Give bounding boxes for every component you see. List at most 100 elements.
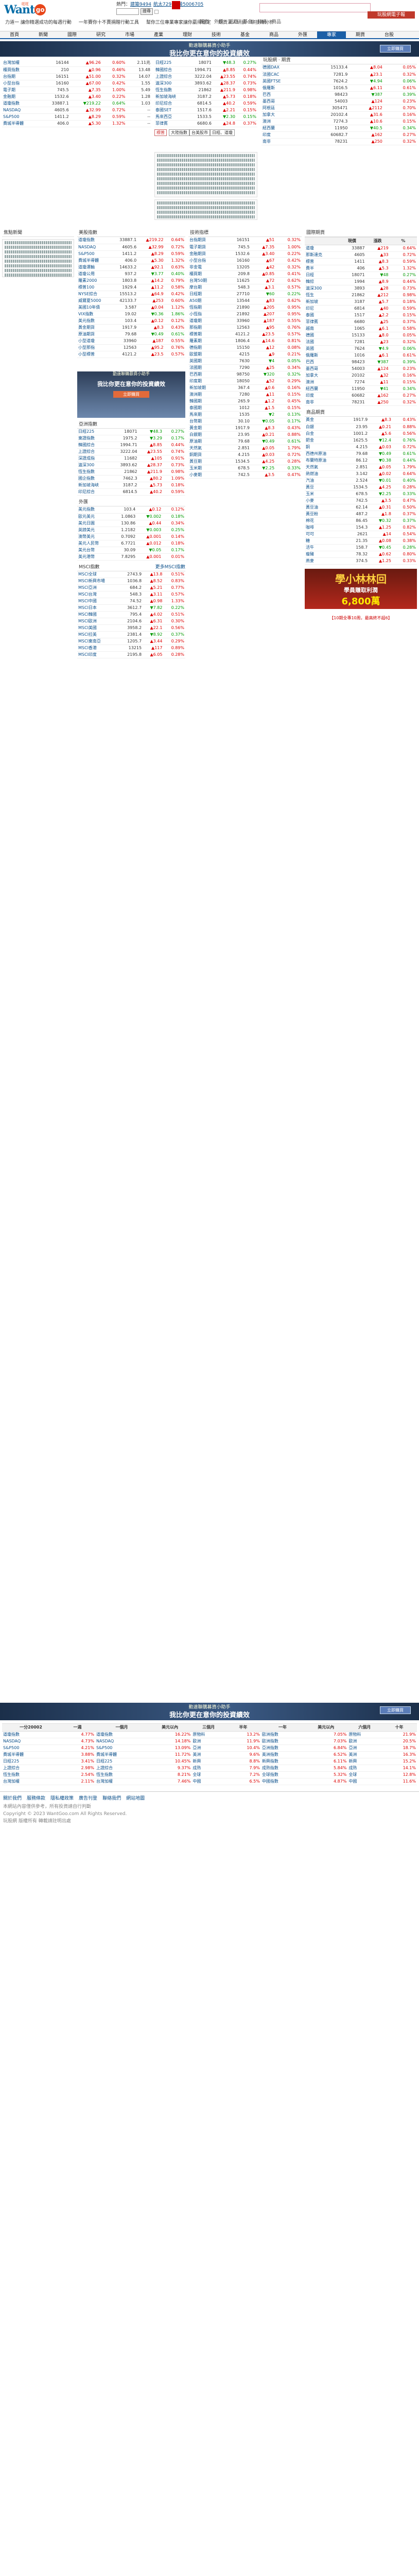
quote-name[interactable]: 美國10年債: [77, 304, 112, 311]
quote-name[interactable]: 紐西蘭: [305, 385, 339, 393]
quote-name[interactable]: 銅期貨: [188, 451, 222, 459]
quote-name[interactable]: 熱燃油: [305, 470, 342, 478]
quote-name[interactable]: 加拿大: [305, 372, 339, 379]
rank-header[interactable]: 十年: [381, 1724, 417, 1732]
nav-item[interactable]: 技術: [202, 31, 231, 39]
quote-name[interactable]: 道瓊: [305, 245, 339, 252]
quote-name[interactable]: 韓國期: [188, 398, 222, 405]
quote-name[interactable]: 黃豆粉: [305, 511, 342, 518]
quote-row[interactable]: 櫃買期 209.8 ▲0.85 0.41%: [188, 270, 302, 278]
rank-cell[interactable]: 台灣加權: [2, 1778, 60, 1785]
quote-name[interactable]: 道瓊指數: [77, 237, 112, 244]
quote-row[interactable]: 小型那指 12563 ▲95.2 0.76%: [77, 344, 185, 351]
quote-name[interactable]: 天然氣: [305, 464, 342, 471]
quote-row[interactable]: 韓國綜合 1994.71 ▲8.85 0.44%: [154, 66, 257, 74]
rank-cell[interactable]: 新興: [191, 1758, 225, 1765]
quote-name[interactable]: 棉花: [305, 517, 342, 524]
quote-name[interactable]: 汽油: [305, 477, 342, 484]
quote-name[interactable]: 美元指數: [77, 317, 112, 325]
quote-row[interactable]: 天然氣 2.851 ▲0.05 1.79%: [305, 464, 417, 471]
quote-row[interactable]: 黃豆期 1534.5 ▲4.25 0.28%: [188, 458, 302, 465]
quote-row[interactable]: 墨西哥 54003 ▲124 0.23%: [305, 365, 417, 372]
quote-name[interactable]: 俄羅斯: [261, 84, 307, 92]
nav-item[interactable]: 商品: [259, 31, 288, 39]
quote-name[interactable]: 台幣期: [188, 418, 222, 425]
quote-row[interactable]: 韓國綜合 1994.71 ▲8.85 0.44%: [77, 442, 185, 449]
left-news-box[interactable]: [2, 239, 74, 277]
nav-item[interactable]: 台股: [375, 31, 404, 39]
quote-row[interactable]: 電子期 745.5 ▲7.35 1.00% 5.49: [2, 87, 151, 94]
quote-row[interactable]: 法國CAC 7281.9 ▲23.1 0.32%: [261, 71, 417, 78]
quote-row[interactable]: 南非 78231 ▲250 0.32%: [305, 399, 417, 406]
footer-link[interactable]: 隱私權政策: [50, 1796, 74, 1801]
quote-name[interactable]: 櫃買期: [188, 270, 222, 278]
quote-row[interactable]: 汽油 2.524 ▼0.01 0.40%: [305, 477, 417, 484]
quote-row[interactable]: 新加坡期 367.4 ▲0.6 0.16%: [188, 384, 302, 392]
quote-row[interactable]: 櫃買指數 210 ▲0.96 0.46% 13.48: [2, 66, 151, 74]
quote-name[interactable]: 澳幣美元: [77, 533, 112, 540]
quote-name[interactable]: 恆指期: [188, 304, 222, 311]
quote-name[interactable]: 日經225: [77, 428, 111, 435]
quote-row[interactable]: 泰國SET 1517.6 ▲2.21 0.15%: [154, 107, 257, 114]
quote-name[interactable]: MSCI亞洲: [77, 584, 119, 591]
quote-row[interactable]: 金融期 1532.6 ▲3.40 0.22% 1.28: [2, 93, 151, 100]
quote-name[interactable]: 印度: [261, 131, 307, 139]
quote-name[interactable]: 紐西蘭: [261, 125, 307, 132]
quote-row[interactable]: 摩台期 548.3 ▲3.1 0.57%: [188, 284, 302, 291]
quote-name[interactable]: 菲律賓: [154, 120, 186, 127]
quote-name[interactable]: 摩台期: [188, 284, 222, 291]
quote-row[interactable]: 法國 7281 ▲23 0.32%: [305, 338, 417, 346]
nav-item[interactable]: 專家: [317, 31, 346, 39]
quote-name[interactable]: NASDAQ: [2, 107, 39, 114]
quote-name[interactable]: 台灣50期: [188, 277, 222, 284]
quote-row[interactable]: 道瓊運輸 14633.2 ▲92.1 0.63%: [77, 264, 185, 271]
quote-name[interactable]: 美元日圓: [77, 520, 112, 527]
quote-row[interactable]: 澳洲 7274 ▲11 0.15%: [305, 379, 417, 386]
quote-name[interactable]: 日經期: [188, 291, 222, 298]
quote-row[interactable]: 西德州原油 79.68 ▼0.49 0.61%: [305, 450, 417, 457]
quote-row[interactable]: 羅素期 1806.4 ▲14.6 0.81%: [188, 337, 302, 345]
quote-row[interactable]: 深證成指 11682 ▲105 0.91%: [77, 455, 185, 462]
quote-name[interactable]: 韓國綜合: [77, 442, 111, 449]
quote-name[interactable]: A50期: [188, 297, 222, 304]
quote-name[interactable]: NASDAQ: [77, 244, 112, 251]
quote-row[interactable]: 英國期 7630 ▼4 0.05%: [188, 358, 302, 365]
quote-row[interactable]: 巴西期 98750 ▼320 0.32%: [188, 371, 302, 378]
quote-name[interactable]: 東證指數: [77, 435, 111, 442]
quote-row[interactable]: 滬深300 3893.62 ▲28.37 0.73%: [77, 462, 185, 469]
rank-cell[interactable]: 歐洲指數: [260, 1731, 305, 1738]
search-input[interactable]: [116, 8, 139, 15]
quote-row[interactable]: 鈀金 1625.5 ▼12.4 0.76%: [305, 437, 417, 444]
quote-row[interactable]: 玉米期 678.5 ▼2.25 0.33%: [188, 465, 302, 472]
rank-cell[interactable]: 全球: [347, 1771, 382, 1778]
quote-row[interactable]: 道瓊公用 937.2 ▼3.77 0.40%: [77, 270, 185, 278]
quote-row[interactable]: 韓國期 265.9 ▲1.2 0.45%: [188, 398, 302, 405]
quote-name[interactable]: 道瓊期: [188, 317, 222, 325]
quote-name[interactable]: MSCI全球: [77, 571, 119, 578]
quote-name[interactable]: 國企指數: [77, 475, 111, 482]
quote-row[interactable]: MSCI美國 3958.2 ▲22.1 0.56%: [77, 624, 185, 632]
quote-row[interactable]: A50期 13544 ▲83 0.62%: [188, 297, 302, 304]
quote-name[interactable]: 澳洲: [305, 379, 339, 386]
quote-row[interactable]: 美元港幣 7.8295 ▲0.001 0.01%: [77, 553, 185, 561]
quote-name[interactable]: 電子期貨: [188, 244, 222, 251]
quote-name[interactable]: 布蘭特原油: [305, 457, 342, 464]
quote-row[interactable]: 東證指數 1975.2 ▼3.29 0.17%: [77, 435, 185, 442]
quote-row[interactable]: 菲律賓 6680.6 ▲24.8 0.37%: [154, 120, 257, 127]
quote-row[interactable]: 印尼 6814 ▲40 0.59%: [305, 305, 417, 312]
quote-row[interactable]: 小恆指 21892 ▲207 0.95%: [188, 311, 302, 318]
quote-row[interactable]: 白銀期 23.95 ▲0.21 0.88%: [188, 431, 302, 438]
quote-name[interactable]: 費半: [305, 265, 339, 272]
quote-row[interactable]: 國企指數 7462.3 ▲80.2 1.09%: [77, 475, 185, 482]
rank-cell[interactable]: 費城半導體: [95, 1751, 149, 1758]
quote-name[interactable]: 英國: [305, 345, 339, 352]
rank-cell[interactable]: 成熟: [347, 1765, 382, 1772]
side-promo-ad[interactable]: 勤遠聯購募資小助手 我比你更在意你的投資績效 立即購買: [77, 371, 185, 418]
quote-row[interactable]: 新加坡海峽 3187.2 ▲5.73 0.18%: [77, 482, 185, 489]
quote-name[interactable]: 南非: [305, 399, 339, 406]
rank-header[interactable]: 六個月: [347, 1724, 381, 1732]
quote-name[interactable]: 道瓊運輸: [77, 264, 112, 271]
tab-futures[interactable]: 期貨: [282, 58, 291, 63]
quote-name[interactable]: 台指期: [2, 73, 39, 80]
search-checkbox[interactable]: [154, 9, 159, 14]
